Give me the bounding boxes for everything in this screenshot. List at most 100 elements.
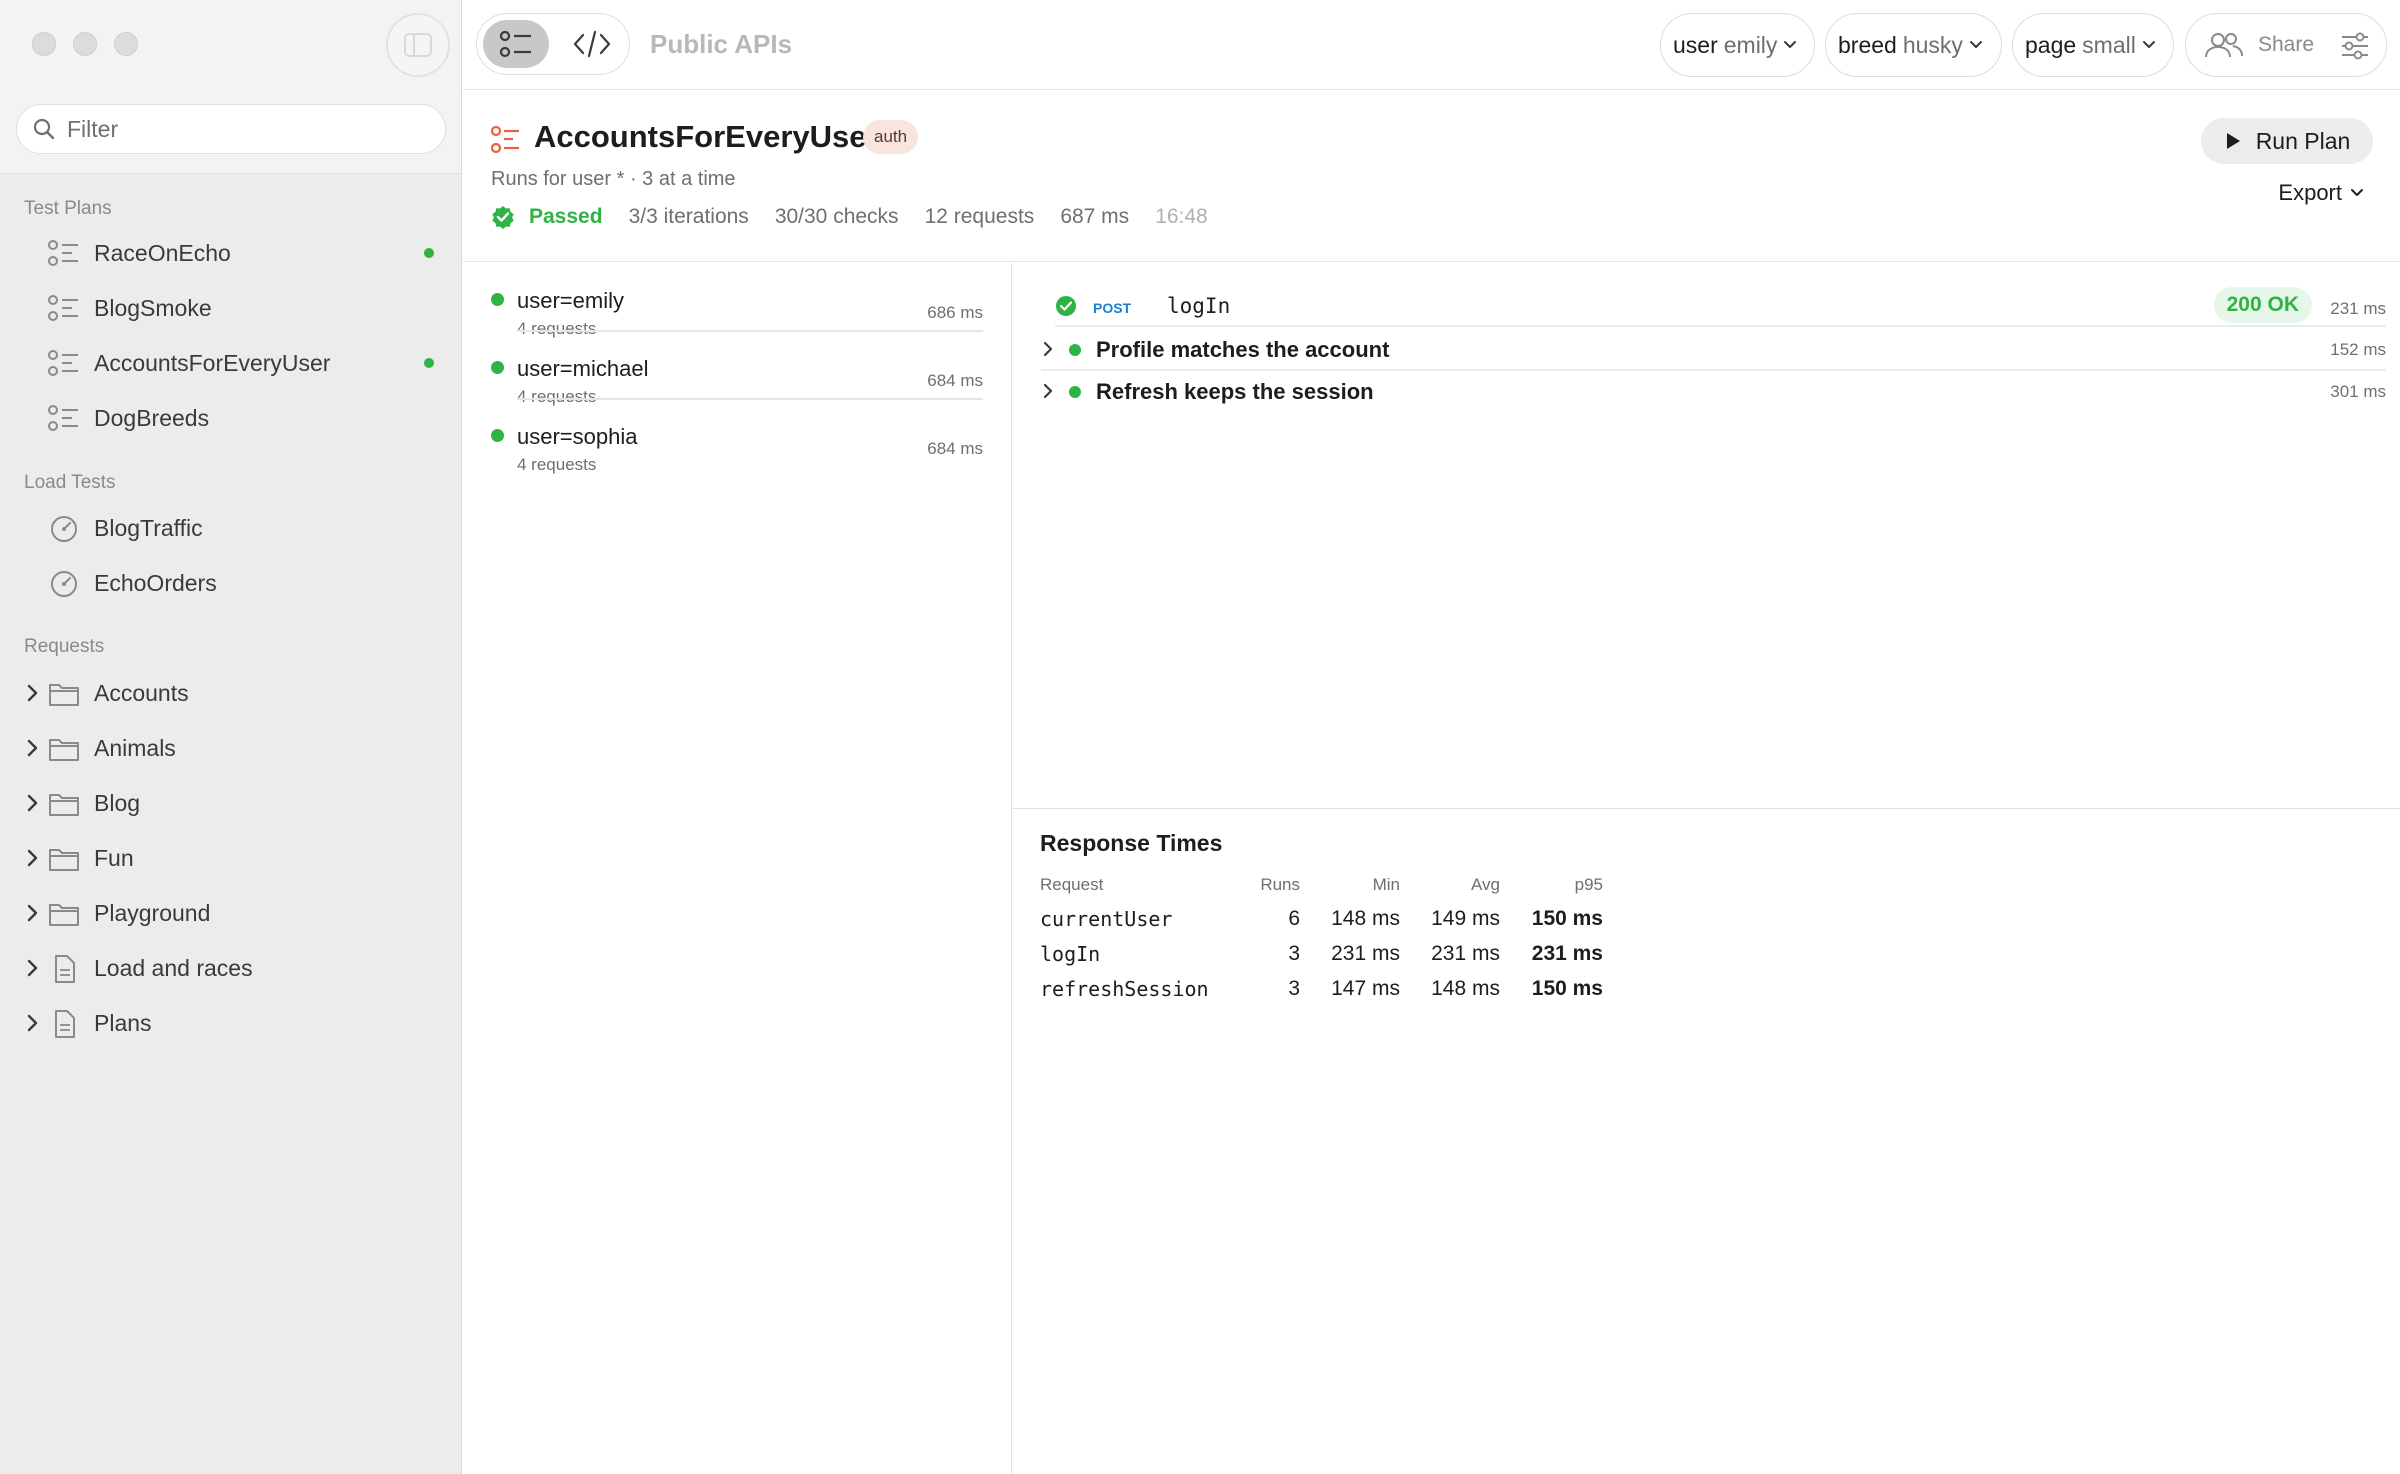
check-row[interactable]: Refresh keeps the session 301 ms xyxy=(1041,373,2386,413)
chevron-right-icon[interactable] xyxy=(1041,381,1055,401)
sidebar-item-blogsmoke[interactable]: BlogSmoke xyxy=(0,283,460,333)
sidebar-folder-accounts[interactable]: Accounts xyxy=(0,668,460,718)
chevron-down-icon xyxy=(1969,41,1982,48)
code-icon xyxy=(573,30,611,58)
sidebar-folder-playground[interactable]: Playground xyxy=(0,888,460,938)
iterations-count: 3/3 iterations xyxy=(628,205,749,228)
status-dot xyxy=(1069,386,1081,398)
check-row[interactable]: Profile matches the account 152 ms xyxy=(1041,331,2386,371)
workspace-title: Public APIs xyxy=(650,29,793,59)
check-duration: 152 ms xyxy=(2330,340,2386,359)
zoom-window-button[interactable] xyxy=(114,32,138,56)
iteration-detail: POST logIn 200 OK 231 ms Profile matches… xyxy=(1013,263,2400,809)
plan-view-button[interactable] xyxy=(483,20,549,68)
sidebar-folder-blog[interactable]: Blog xyxy=(0,778,460,828)
column-header-p95: p95 xyxy=(1574,875,1603,894)
sidebar-item-blogtraffic[interactable]: BlogTraffic xyxy=(0,503,460,553)
sidebar-item-label: DogBreeds xyxy=(94,404,210,431)
status-badge: 200 OK xyxy=(2213,287,2312,323)
chevron-right-icon[interactable] xyxy=(24,848,40,868)
iteration-name: user=emily xyxy=(517,288,624,313)
checklist-icon xyxy=(491,126,519,154)
variable-breed-select[interactable]: breed husky xyxy=(1825,13,2002,77)
chevron-right-icon[interactable] xyxy=(24,683,40,703)
sidebar-item-dogbreeds[interactable]: DogBreeds xyxy=(0,393,460,443)
cell-request: refreshSession xyxy=(1040,977,1209,1001)
search-icon xyxy=(33,118,55,140)
document-icon xyxy=(55,955,75,983)
run-plan-label: Run Plan xyxy=(2255,127,2351,154)
minimize-window-button[interactable] xyxy=(73,32,97,56)
filter-field[interactable] xyxy=(16,104,446,154)
sidebar-item-echoorders[interactable]: EchoOrders xyxy=(0,558,460,608)
people-icon xyxy=(2205,33,2243,58)
iteration-row[interactable]: user=sophia 4 requests 684 ms xyxy=(463,399,1012,474)
sidebar-item-label: Fun xyxy=(94,844,134,871)
folder-icon xyxy=(49,684,79,706)
plan-subtitle: Runs for user * · 3 at a time xyxy=(491,168,736,190)
chevron-down-icon xyxy=(2351,189,2363,196)
iteration-duration: 684 ms xyxy=(927,371,983,390)
chevron-right-icon[interactable] xyxy=(24,793,40,813)
chevron-right-icon[interactable] xyxy=(24,1013,40,1033)
variable-value: small xyxy=(2082,31,2136,58)
iteration-requests: 4 requests xyxy=(517,455,597,474)
section-title-test-plans: Test Plans xyxy=(24,198,112,219)
section-title: Response Times xyxy=(1040,830,1223,856)
sidebar-item-label: Playground xyxy=(94,899,211,926)
iteration-duration: 684 ms xyxy=(927,439,983,458)
sidebar: Test Plans RaceOnEcho BlogSmoke Accounts… xyxy=(0,0,462,1474)
chevron-right-icon[interactable] xyxy=(24,903,40,923)
code-view-button[interactable] xyxy=(561,20,623,68)
table-row: currentUser 6 148 ms 149 ms 150 ms xyxy=(1040,903,1603,938)
run-summary: Passed 3/3 iterations 30/30 checks 12 re… xyxy=(491,205,1208,229)
variable-key: breed xyxy=(1838,31,1897,58)
iteration-name: user=sophia xyxy=(517,424,638,449)
run-plan-button[interactable]: Run Plan xyxy=(2201,118,2373,164)
iteration-row[interactable]: user=emily 4 requests 686 ms xyxy=(463,263,1012,338)
window-controls xyxy=(32,32,138,56)
table-row: refreshSession 3 147 ms 148 ms 150 ms xyxy=(1040,973,1603,1008)
status-dot xyxy=(491,293,504,306)
cell-avg: 149 ms xyxy=(1431,907,1500,930)
share-button[interactable]: Share xyxy=(2258,33,2314,57)
cell-request: logIn xyxy=(1040,942,1101,966)
variable-page-select[interactable]: page small xyxy=(2012,13,2174,77)
checks-count: 30/30 checks xyxy=(774,205,899,228)
chevron-right-icon[interactable] xyxy=(1041,339,1055,359)
column-header-avg: Avg xyxy=(1471,875,1500,894)
sliders-icon[interactable] xyxy=(2340,32,2370,60)
response-times-table: Request Runs Min Avg p95 currentUser 6 1… xyxy=(1040,875,1603,1008)
chevron-right-icon[interactable] xyxy=(24,738,40,758)
sidebar-file-plans[interactable]: Plans xyxy=(0,998,460,1048)
iteration-row[interactable]: user=michael 4 requests 684 ms xyxy=(463,331,1012,406)
close-window-button[interactable] xyxy=(32,32,56,56)
view-mode-toggle xyxy=(476,13,630,75)
sidebar-item-raceonecho[interactable]: RaceOnEcho xyxy=(0,228,460,278)
chevron-right-icon[interactable] xyxy=(24,958,40,978)
cell-p95: 150 ms xyxy=(1531,907,1603,930)
sidebar-item-label: EchoOrders xyxy=(94,569,217,596)
check-duration: 301 ms xyxy=(2330,382,2386,401)
variable-value: emily xyxy=(1723,31,1778,58)
export-menu-button[interactable]: Export xyxy=(2278,180,2364,206)
folder-icon xyxy=(49,739,79,761)
variable-key: user xyxy=(1673,31,1718,58)
variable-user-select[interactable]: user emily xyxy=(1660,13,1815,77)
response-times-panel: Response Times Request Runs Min Avg p95 … xyxy=(1040,830,1603,1008)
cell-p95: 231 ms xyxy=(1531,942,1603,965)
cell-min: 231 ms xyxy=(1331,942,1400,965)
document-icon xyxy=(55,1010,75,1038)
request-row[interactable]: POST logIn 200 OK 231 ms xyxy=(1055,285,2386,327)
sidebar-folder-animals[interactable]: Animals xyxy=(0,723,460,773)
sidebar-file-load-and-races[interactable]: Load and races xyxy=(0,943,460,993)
sidebar-folder-fun[interactable]: Fun xyxy=(0,833,460,883)
http-method: POST xyxy=(1093,300,1132,316)
filter-input[interactable] xyxy=(67,115,427,143)
sidebar-item-accountsforeveryuser[interactable]: AccountsForEveryUser xyxy=(0,338,460,388)
status-dot xyxy=(1069,344,1081,356)
request-duration: 231 ms xyxy=(2330,299,2386,318)
sidebar-item-label: Load and races xyxy=(94,954,253,981)
sidebar-toggle-button[interactable] xyxy=(386,13,450,77)
folder-icon xyxy=(49,794,79,816)
